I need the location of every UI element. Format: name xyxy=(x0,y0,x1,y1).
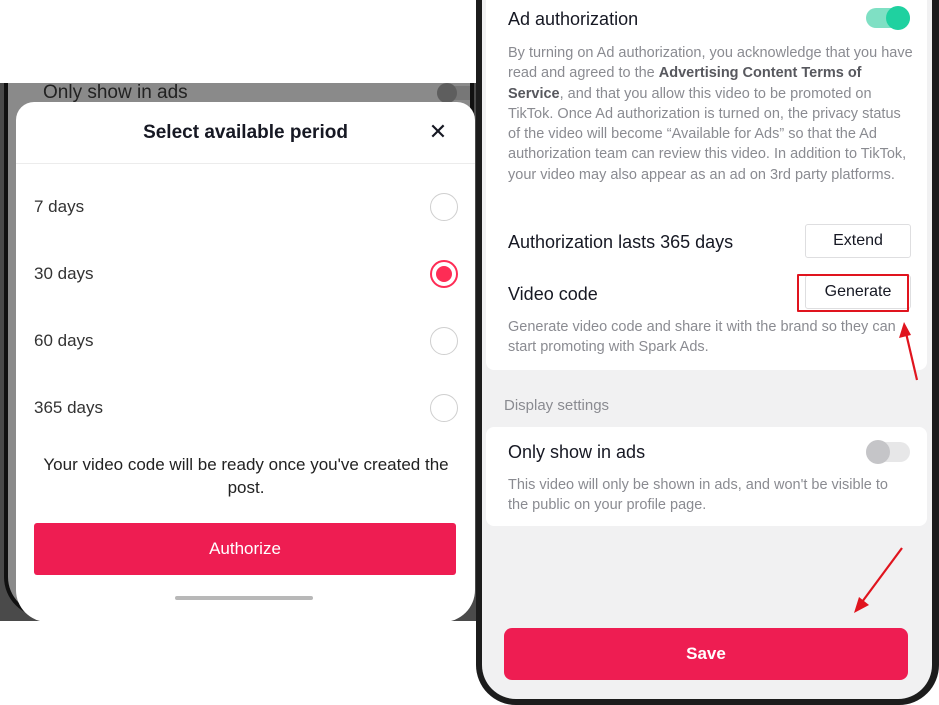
description-text: , and that you allow this video to be pr… xyxy=(508,85,907,183)
radio-button[interactable] xyxy=(430,327,458,355)
option-label: 60 days xyxy=(34,331,94,350)
ad-authorization-title: Ad authorization xyxy=(508,9,639,29)
period-option-60-days[interactable]: 60 days xyxy=(34,321,458,361)
only-show-in-ads-description: This video will only be shown in ads, an… xyxy=(508,477,888,514)
extend-button[interactable]: Extend xyxy=(805,224,911,258)
video-code-note: Your video code will be ready once you'v… xyxy=(43,455,449,497)
ad-settings-screen: Ad authorization By turning on Ad author… xyxy=(482,0,932,699)
close-icon[interactable]: ✕ xyxy=(427,121,449,143)
period-option-30-days[interactable]: 30 days xyxy=(34,254,458,294)
ad-authorization-card: Ad authorization By turning on Ad author… xyxy=(486,0,927,370)
radio-button[interactable] xyxy=(430,193,458,221)
left-phone-frame: Only show in ads Select available period… xyxy=(0,83,476,621)
ad-authorization-description: By turning on Ad authorization, you ackn… xyxy=(508,43,913,185)
sheet-title: Select available period xyxy=(143,121,348,143)
background-only-show-in-ads: Only show in ads xyxy=(43,83,470,103)
option-label: 365 days xyxy=(34,398,103,417)
right-phone-frame: Ad authorization By turning on Ad author… xyxy=(476,0,939,705)
option-label: 7 days xyxy=(34,197,85,216)
video-code-label: Video code xyxy=(508,284,598,304)
period-option-365-days[interactable]: 365 days xyxy=(34,388,458,428)
radio-button-selected[interactable] xyxy=(430,260,458,288)
period-option-7-days[interactable]: 7 days xyxy=(34,187,458,227)
only-show-in-ads-label: Only show in ads xyxy=(508,442,646,462)
save-button[interactable]: Save xyxy=(504,628,908,680)
home-indicator xyxy=(175,596,313,600)
radio-button[interactable] xyxy=(430,394,458,422)
display-settings-heading: Display settings xyxy=(504,397,610,414)
video-code-description: Generate video code and share it with th… xyxy=(508,319,896,356)
background-toggle xyxy=(437,83,470,103)
only-show-in-ads-toggle[interactable] xyxy=(866,440,910,464)
sheet-header: Select available period ✕ xyxy=(16,102,475,164)
display-settings-card: Only show in ads This video will only be… xyxy=(486,427,927,526)
authorize-button[interactable]: Authorize xyxy=(34,523,456,575)
authorization-duration-label: Authorization lasts 365 days xyxy=(508,232,734,252)
option-label: 30 days xyxy=(34,264,94,283)
ad-authorization-toggle[interactable] xyxy=(866,6,910,30)
generate-highlight-box xyxy=(797,274,909,312)
select-period-sheet: Select available period ✕ 7 days 30 days… xyxy=(16,102,475,621)
background-row-label: Only show in ads xyxy=(43,83,188,103)
